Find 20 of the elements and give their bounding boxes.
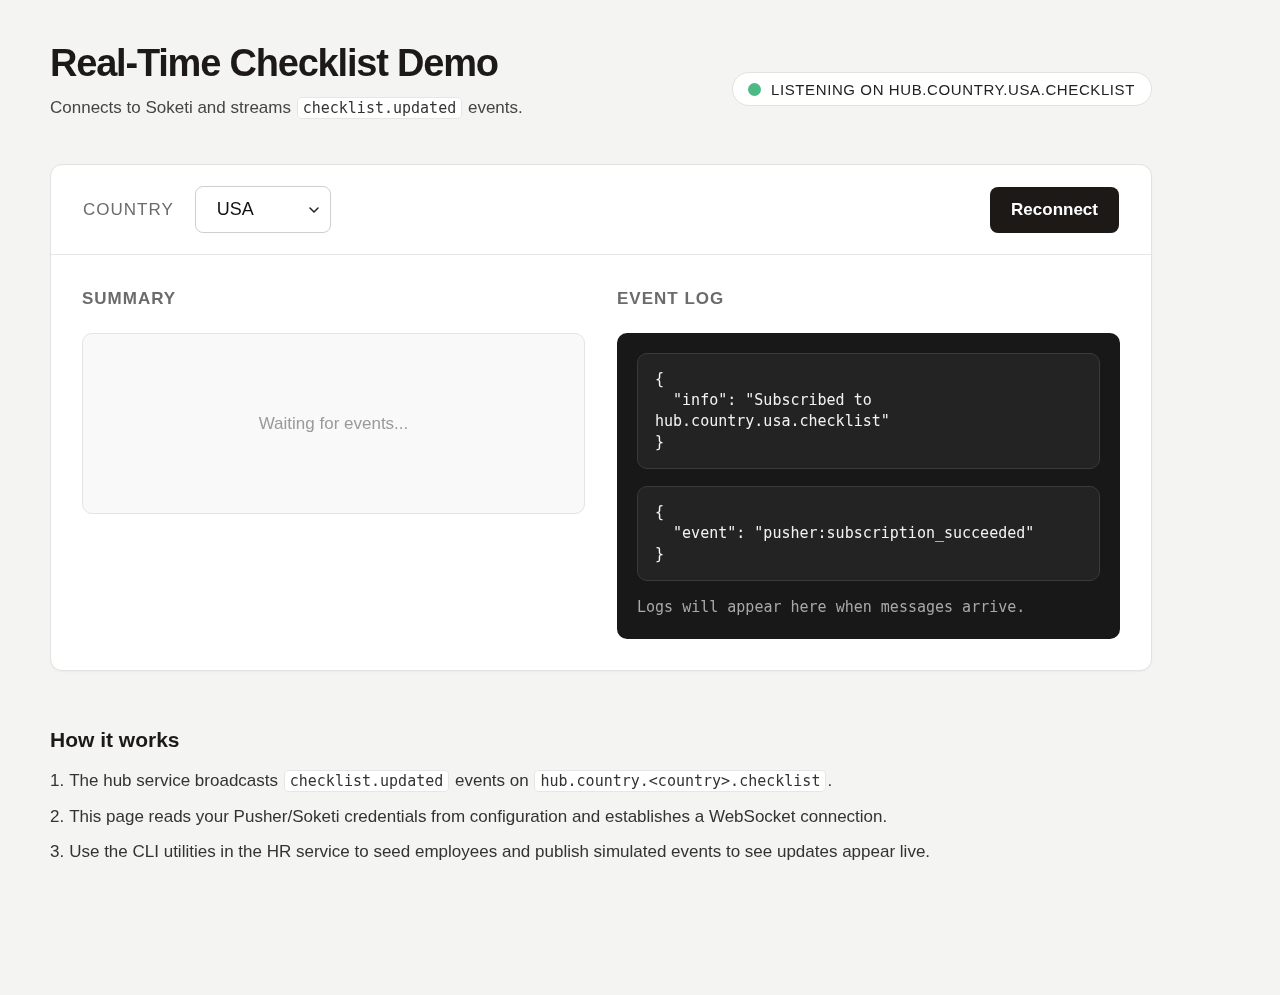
chevron-down-icon: [308, 206, 319, 213]
log-hint-text: Logs will appear here when messages arrive.: [637, 597, 1027, 618]
log-entry: { "event": "pusher:subscription_succeeded" }: [637, 486, 1100, 581]
step-text: The hub service broadcasts checklist.updated events on hub.country.<country>.checklist .: [69, 769, 833, 794]
step-text: Use the CLI utilities in the HR service to seed employees and publish simulated events to see updates appear live.: [69, 841, 931, 863]
section-heading: How it works: [50, 727, 181, 753]
page-subtitle: Connects to Soketi and streams checklist.updated events.: [50, 96, 523, 121]
empty-state-text: Waiting for events...: [258, 413, 409, 434]
country-select[interactable]: USA: [194, 186, 331, 233]
page-title: Real-Time Checklist Demo: [50, 41, 499, 86]
country-label: COUNTRY: [83, 199, 174, 220]
log-entry: { "info": "Subscribed to hub.country.usa.checklist" }: [637, 353, 1100, 469]
step-number: 3.: [50, 841, 65, 863]
step-text: This page reads your Pusher/Soketi credentials from configuration and establishes a WebSocket connection.: [69, 806, 888, 828]
status-text: LISTENING ON HUB.COUNTRY.USA.CHECKLIST: [771, 80, 1135, 98]
step-number: 2.: [50, 806, 65, 828]
event-log-heading: EVENT LOG: [617, 288, 726, 310]
reconnect-button[interactable]: Reconnect: [990, 186, 1119, 233]
step-number: 1.: [50, 770, 65, 792]
summary-heading: SUMMARY: [82, 288, 178, 310]
